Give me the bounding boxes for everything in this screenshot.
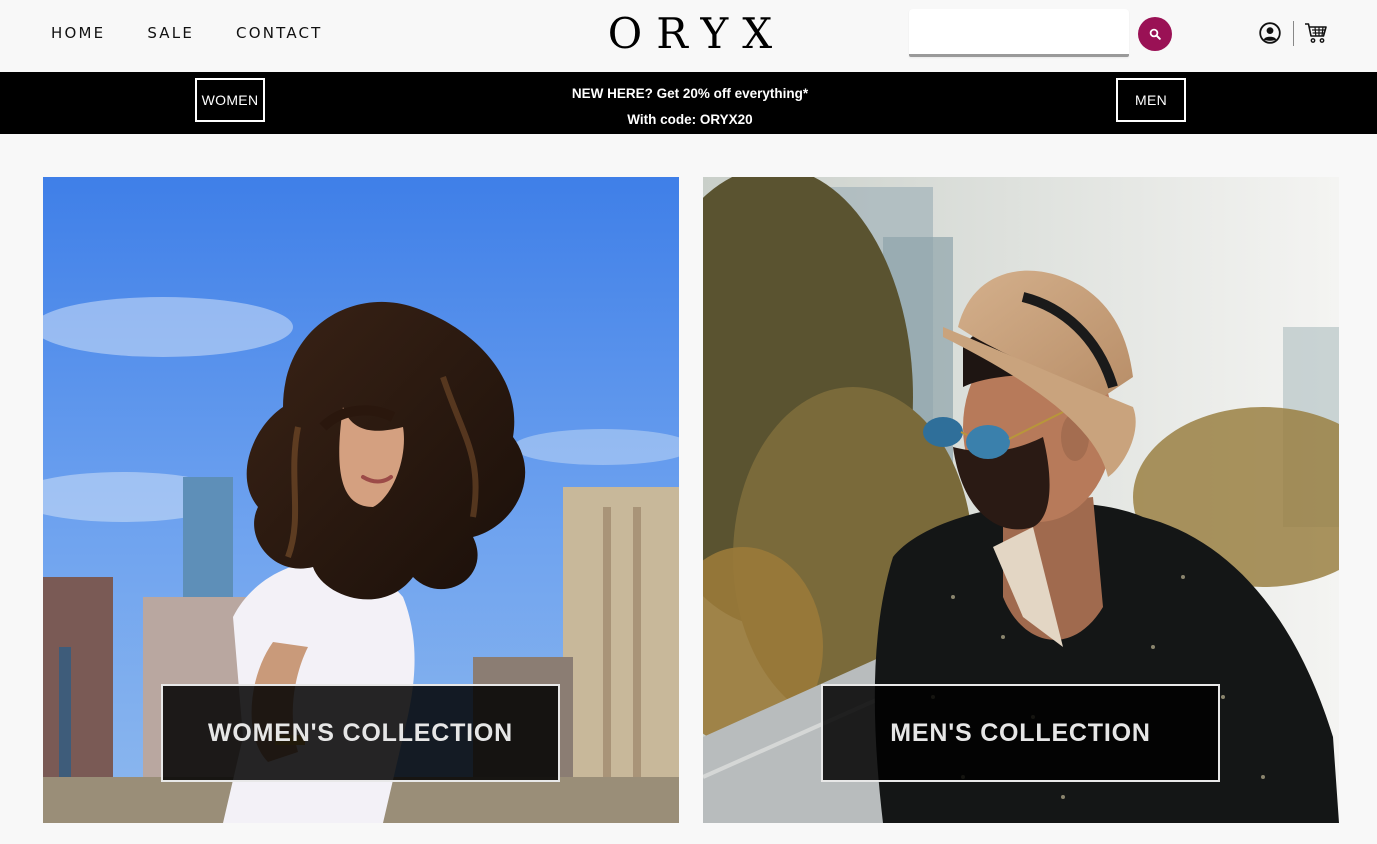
mens-collection-label[interactable]: MEN'S COLLECTION xyxy=(821,684,1220,782)
men-button[interactable]: MEN xyxy=(1116,78,1186,122)
womens-collection-label[interactable]: WOMEN'S COLLECTION xyxy=(161,684,560,782)
header-divider xyxy=(1293,21,1294,46)
site-logo[interactable]: ORYX xyxy=(580,10,800,58)
mens-collection-card[interactable]: MEN'S COLLECTION xyxy=(703,177,1339,823)
nav-home-link[interactable]: HOME xyxy=(51,24,105,42)
women-button[interactable]: WOMEN xyxy=(195,78,265,122)
search-input[interactable] xyxy=(909,9,1129,57)
shopping-cart-icon[interactable] xyxy=(1304,22,1328,44)
nav-contact-link[interactable]: CONTACT xyxy=(236,24,323,42)
promo-bar: WOMEN NEW HERE? Get 20% off everything* … xyxy=(0,72,1377,134)
user-circle-icon[interactable] xyxy=(1259,22,1281,44)
search-button[interactable] xyxy=(1138,17,1172,51)
main-nav: HOME SALE CONTACT xyxy=(51,24,365,42)
promo-line-offer: NEW HERE? Get 20% off everything* xyxy=(571,86,809,101)
nav-sale-link[interactable]: SALE xyxy=(147,24,194,42)
site-header: HOME SALE CONTACT ORYX xyxy=(0,0,1377,72)
search-icon xyxy=(1149,28,1161,40)
womens-collection-card[interactable]: WOMEN'S COLLECTION xyxy=(43,177,679,823)
promo-line-code: With code: ORYX20 xyxy=(627,112,753,127)
promo-message: NEW HERE? Get 20% off everything* With c… xyxy=(490,81,890,133)
